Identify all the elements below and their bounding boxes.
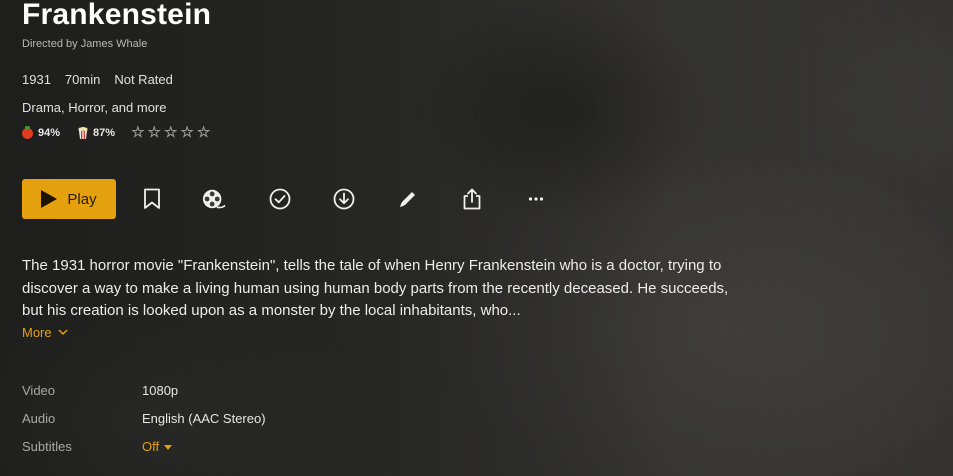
more-label: More (22, 325, 52, 340)
trailer-button[interactable] (202, 187, 226, 211)
critic-rating: 94% (22, 125, 61, 139)
movie-title: Frankenstein (22, 0, 212, 31)
video-label: Video (22, 382, 56, 398)
star-icon[interactable]: ☆ (180, 125, 193, 140)
more-options-button[interactable] (524, 187, 548, 211)
play-label: Play (67, 190, 97, 208)
download-icon (333, 188, 355, 210)
edit-button[interactable] (396, 187, 420, 211)
more-link[interactable]: More (22, 325, 68, 340)
mark-watched-button[interactable] (268, 187, 292, 211)
media-details: Video 1080p Audio English (AAC Stereo) S… (22, 376, 266, 460)
audience-score: 87% (93, 127, 116, 139)
play-icon (41, 190, 58, 208)
popcorn-icon (78, 127, 88, 139)
video-row: Video 1080p (22, 376, 266, 404)
film-reel-icon (202, 189, 226, 209)
audience-rating: 87% (78, 127, 115, 139)
action-bar: Play (22, 179, 116, 219)
pencil-icon (400, 192, 415, 207)
tomato-icon (22, 125, 33, 139)
chevron-down-icon (58, 329, 68, 336)
audio-row: Audio English (AAC Stereo) (22, 404, 266, 432)
subtitles-label: Subtitles (22, 438, 72, 454)
ratings-row: 94% 87% ☆ ☆ ☆ ☆ ☆ (22, 125, 210, 140)
subtitles-row: Subtitles Off (22, 432, 266, 460)
watchlist-button[interactable] (140, 187, 164, 211)
critic-score: 94% (38, 127, 61, 139)
audio-label: Audio (22, 410, 56, 426)
audio-value: English (AAC Stereo) (142, 410, 266, 426)
subtitles-value: Off (142, 438, 160, 454)
check-circle-icon (269, 188, 291, 210)
star-icon[interactable]: ☆ (164, 125, 177, 140)
user-star-rating[interactable]: ☆ ☆ ☆ ☆ ☆ (131, 125, 210, 140)
director-line: Directed by James Whale (22, 38, 148, 50)
share-icon (463, 188, 481, 210)
content-rating: Not Rated (114, 72, 173, 87)
more-icon (528, 197, 544, 201)
subtitles-select[interactable]: Off (142, 438, 173, 454)
play-button[interactable]: Play (22, 179, 116, 219)
caret-down-icon (164, 444, 173, 450)
duration: 70min (64, 72, 101, 87)
bookmark-icon (144, 188, 160, 209)
download-button[interactable] (332, 187, 356, 211)
star-icon[interactable]: ☆ (131, 125, 144, 140)
summary: The 1931 horror movie "Frankenstein", te… (22, 257, 729, 319)
star-icon[interactable]: ☆ (197, 125, 210, 140)
release-year: 1931 (22, 72, 51, 87)
star-icon[interactable]: ☆ (148, 125, 161, 140)
metadata-row: 1931 70min Not Rated (22, 72, 173, 87)
genres: Drama, Horror, and more (22, 100, 167, 115)
video-value: 1080p (142, 382, 179, 398)
share-button[interactable] (460, 187, 484, 211)
